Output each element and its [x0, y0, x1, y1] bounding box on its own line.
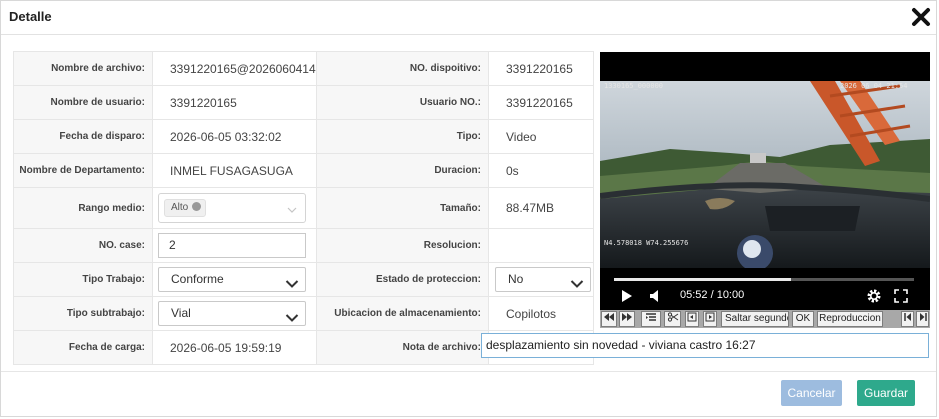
field-label: Rango medio: — [13, 187, 153, 229]
settings-gear-icon[interactable] — [866, 288, 882, 307]
video-progress-bar[interactable] — [614, 278, 914, 281]
cancel-button[interactable]: Cancelar — [781, 380, 842, 406]
rewind-icon[interactable] — [601, 311, 617, 327]
protection-status-select[interactable]: No — [495, 267, 591, 292]
field-label: Tipo subtrabajo: — [13, 296, 153, 331]
upload-date-value: 2026-06-05 19:59:19 — [170, 340, 282, 355]
next-icon[interactable] — [916, 311, 929, 327]
detail-dialog: Detalle Nombre de archivo: 3391220165@20… — [0, 0, 937, 417]
subwork-type-select[interactable]: Vial — [158, 301, 306, 326]
playback-button[interactable]: Reproduccion — [817, 311, 883, 327]
table-row: NO. case: 2 Resolucion: — [13, 228, 594, 263]
table-row: Nombre de Departamento: INMEL FUSAGASUGA… — [13, 153, 594, 188]
fast-forward-icon[interactable] — [619, 311, 635, 327]
play-icon[interactable] — [621, 289, 633, 306]
osd-device-label: 1330165_000000 — [604, 82, 664, 90]
ok-button[interactable]: OK — [792, 311, 814, 327]
field-label: Nombre de usuario: — [13, 85, 153, 120]
frame-forward-icon[interactable] — [703, 311, 717, 327]
media-range-tag[interactable]: Alto — [164, 199, 207, 217]
fullscreen-icon[interactable] — [894, 289, 908, 306]
chevron-down-icon — [287, 203, 297, 217]
department-value: INMEL FUSAGASUGA — [170, 163, 293, 178]
chevron-down-icon — [285, 308, 299, 330]
file-name-value: 3391220165@2026060414: — [170, 61, 317, 76]
user-number-value: 3391220165 — [506, 95, 573, 110]
volume-icon[interactable] — [649, 289, 661, 306]
user-name-value: 3391220165 — [170, 95, 237, 110]
field-label: Fecha de carga: — [13, 330, 153, 365]
chevron-down-icon — [285, 274, 299, 296]
storage-location-value: Copilotos — [506, 306, 557, 321]
field-label: Tamaño: — [316, 187, 489, 229]
field-label: NO. case: — [13, 228, 153, 263]
file-note-input[interactable]: desplazamiento sin novedad - viviana cas… — [481, 333, 929, 358]
table-row: Tipo subtrabajo: Vial Ubicacion de almac… — [13, 296, 594, 331]
playlist-icon[interactable] — [641, 311, 661, 327]
work-type-select[interactable]: Conforme — [158, 267, 306, 292]
osd-timestamp: 2026 06 04 21:54 — [840, 82, 908, 90]
field-label: Tipo: — [316, 119, 489, 154]
remove-tag-icon[interactable] — [192, 202, 202, 211]
field-label: Fecha de disparo: — [13, 119, 153, 154]
dialog-header: Detalle — [1, 1, 936, 35]
field-label: NO. dispoitivo: — [316, 51, 489, 86]
case-number-input[interactable]: 2 — [158, 233, 306, 258]
close-icon[interactable] — [909, 5, 933, 29]
video-toolbar: Saltar segundo OK Reproduccion — [600, 310, 930, 328]
field-label: Nota de archivo: — [316, 330, 489, 365]
field-label: Ubicacion de almacenamiento: — [316, 296, 489, 331]
table-row: Rango medio: Alto Tamaño: 88.47MB — [13, 187, 594, 229]
osd-coordinates: N4.578018 W74.255676 — [604, 239, 689, 247]
footer-divider — [1, 371, 936, 372]
frame-back-icon[interactable] — [685, 311, 699, 327]
details-table: Nombre de archivo: 3391220165@2026060414… — [13, 51, 594, 365]
table-row: Nombre de archivo: 3391220165@2026060414… — [13, 51, 594, 86]
video-player[interactable]: 1330165_000000 2026 06 04 21:54 N4.57801… — [600, 52, 930, 310]
field-label: Nombre de Departamento: — [13, 153, 153, 188]
field-label: Duracion: — [316, 153, 489, 188]
table-row: Fecha de disparo: 2026-06-05 03:32:02 Ti… — [13, 119, 594, 154]
device-number-value: 3391220165 — [506, 61, 573, 76]
skip-seconds-input[interactable]: Saltar segundo — [721, 311, 789, 327]
video-time: 05:52 / 10:00 — [680, 289, 745, 301]
field-label: Estado de proteccion: — [316, 262, 489, 297]
size-value: 88.47MB — [506, 201, 555, 215]
media-range-select[interactable]: Alto — [158, 193, 306, 223]
type-value: Video — [506, 129, 537, 144]
table-row: Tipo Trabajo: Conforme Estado de protecc… — [13, 262, 594, 297]
save-button[interactable]: Guardar — [857, 380, 915, 406]
trigger-date-value: 2026-06-05 03:32:02 — [170, 129, 282, 144]
duration-value: 0s — [506, 163, 519, 178]
scissors-icon[interactable] — [664, 311, 681, 327]
previous-icon[interactable] — [901, 311, 914, 327]
field-label: Usuario NO.: — [316, 85, 489, 120]
field-label: Nombre de archivo: — [13, 51, 153, 86]
field-label: Resolucion: — [316, 228, 489, 263]
dialog-title: Detalle — [9, 9, 52, 24]
table-row: Nombre de usuario: 3391220165 Usuario NO… — [13, 85, 594, 120]
chevron-down-icon — [570, 274, 584, 296]
field-label: Tipo Trabajo: — [13, 262, 153, 297]
video-progress-fill — [614, 278, 791, 281]
